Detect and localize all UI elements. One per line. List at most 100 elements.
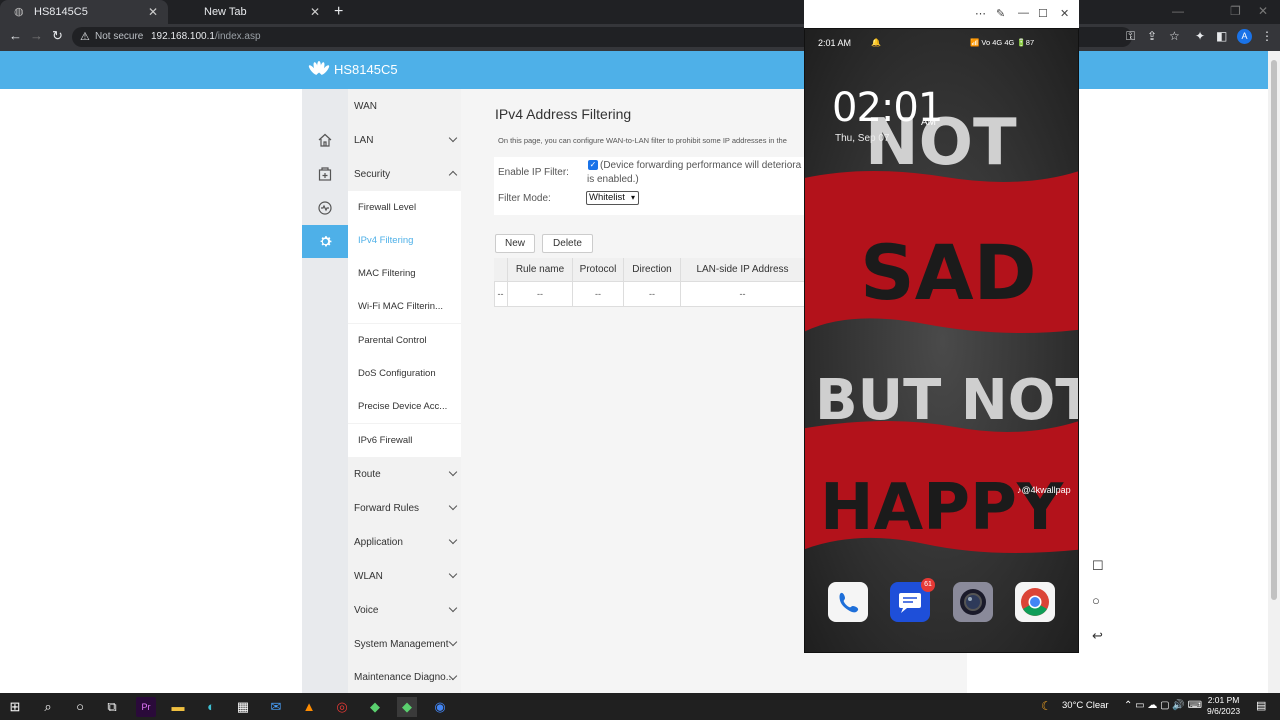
new-button[interactable]: New bbox=[495, 234, 535, 253]
menu-item-application[interactable]: Application bbox=[348, 525, 461, 559]
url-text[interactable]: 192.168.100.1/index.asp bbox=[151, 31, 261, 42]
app-icon[interactable]: ◆ bbox=[397, 697, 417, 717]
app-icon[interactable]: ◎ bbox=[332, 697, 352, 717]
wallpaper-word: HAPPY bbox=[820, 471, 1064, 545]
edge-icon[interactable]: ◐ bbox=[201, 697, 221, 717]
chevron-down-icon bbox=[448, 603, 458, 613]
gear-icon[interactable] bbox=[302, 225, 348, 258]
star-icon[interactable]: ☆ bbox=[1169, 29, 1180, 43]
brand-logo: HS8145C5 bbox=[308, 61, 398, 77]
menu-item-wlan[interactable]: WLAN bbox=[348, 559, 461, 593]
maximize-icon[interactable]: ❐ bbox=[1230, 4, 1241, 18]
reload-icon[interactable]: ↻ bbox=[52, 28, 63, 44]
store-icon[interactable]: ▦ bbox=[233, 697, 253, 717]
mail-icon[interactable]: ✉ bbox=[266, 697, 286, 717]
home-icon[interactable] bbox=[302, 123, 348, 157]
chrome-icon[interactable]: ◉ bbox=[430, 697, 450, 717]
table-cell: -- bbox=[623, 282, 680, 307]
submenu-ipv4-filtering[interactable]: IPv4 Filtering bbox=[348, 224, 461, 257]
share-icon[interactable]: ⇪ bbox=[1147, 29, 1157, 43]
menu-item-security[interactable]: Security bbox=[348, 157, 461, 191]
avatar[interactable]: A bbox=[1237, 29, 1252, 44]
premiere-icon[interactable]: Pr bbox=[136, 697, 156, 717]
weather-text[interactable]: 30°C Clear bbox=[1062, 700, 1109, 711]
back-icon[interactable]: ← bbox=[9, 28, 22, 43]
menu-item-voice[interactable]: Voice bbox=[348, 593, 461, 627]
filter-mode-select[interactable]: Whitelist ▾ bbox=[586, 191, 639, 205]
home-circle-icon[interactable]: ○ bbox=[1092, 593, 1100, 608]
close-icon[interactable]: ✕ bbox=[310, 5, 320, 19]
chevron-down-icon bbox=[448, 133, 458, 143]
close-icon[interactable]: ✕ bbox=[148, 5, 158, 19]
minimize-icon[interactable]: — bbox=[1172, 4, 1184, 18]
phone-app-icon[interactable] bbox=[828, 582, 868, 622]
back-arrow-icon[interactable]: ↩ bbox=[1092, 628, 1103, 644]
table-cell: -- bbox=[680, 282, 804, 307]
submenu-wifi-mac-filtering[interactable]: Wi-Fi MAC Filterin... bbox=[348, 290, 461, 323]
tab-hs8145c5[interactable]: ◍ HS8145C5 ✕ bbox=[0, 0, 168, 24]
submenu-firewall-level[interactable]: Firewall Level bbox=[348, 191, 461, 224]
phone-screen[interactable]: NOT SAD BUT NOT HAPPY 2:01 AM 🔔 📶 Vo 4G … bbox=[804, 28, 1079, 653]
extensions-icon[interactable]: ✦ bbox=[1195, 29, 1205, 43]
enable-note: (Device forwarding performance will dete… bbox=[600, 160, 802, 171]
sidepanel-icon[interactable]: ◧ bbox=[1216, 29, 1227, 43]
file-explorer-icon[interactable]: ▬ bbox=[168, 697, 188, 717]
chevron-down-icon bbox=[448, 467, 458, 477]
menu-item-system-management[interactable]: System Management bbox=[348, 627, 461, 661]
tab-new-tab[interactable]: New Tab ✕ bbox=[170, 0, 330, 24]
menu-item-route[interactable]: Route bbox=[348, 457, 461, 491]
enable-ip-filter-checkbox[interactable]: ✓ bbox=[588, 160, 598, 170]
filter-mode-label: Filter Mode: bbox=[498, 193, 551, 204]
scrollbar-thumb[interactable] bbox=[1271, 60, 1277, 600]
menu-icon[interactable]: ⋮ bbox=[1261, 29, 1273, 43]
status-icon[interactable] bbox=[302, 191, 348, 225]
status-icons: 📶 Vo 4G 4G 🔋87 bbox=[970, 38, 1035, 47]
chevron-down-icon bbox=[448, 501, 458, 511]
submenu-dos-configuration[interactable]: DoS Configuration bbox=[348, 357, 461, 390]
submenu-ipv6-firewall[interactable]: IPv6 Firewall bbox=[348, 424, 461, 457]
vlc-icon[interactable]: ▲ bbox=[299, 697, 319, 717]
app-icon[interactable]: ◆ bbox=[365, 697, 385, 717]
cortana-icon[interactable]: ○ bbox=[70, 697, 90, 717]
submenu-mac-filtering[interactable]: MAC Filtering bbox=[348, 257, 461, 290]
close-window-icon[interactable]: ✕ bbox=[1258, 4, 1268, 18]
advanced-icon[interactable] bbox=[302, 157, 348, 191]
key-icon[interactable]: ⚿ bbox=[1126, 29, 1135, 44]
enable-note-continued: is enabled.) bbox=[587, 174, 639, 185]
select-all-column[interactable] bbox=[494, 258, 507, 282]
submenu-parental-control[interactable]: Parental Control bbox=[348, 324, 461, 357]
search-icon[interactable]: ⌕ bbox=[38, 697, 58, 717]
clock-ampm: AM bbox=[921, 117, 936, 128]
forward-icon[interactable]: → bbox=[30, 28, 43, 43]
close-icon[interactable]: ✕ bbox=[1060, 7, 1069, 20]
notification-icon[interactable]: ▤ bbox=[1256, 699, 1266, 712]
table-cell: -- bbox=[507, 282, 572, 307]
camera-app-icon[interactable] bbox=[953, 582, 993, 622]
system-tray-icons[interactable]: ⌃ ▭ ☁ ▢ 🔊 ⌨ bbox=[1124, 700, 1202, 711]
chrome-app-icon[interactable] bbox=[1015, 582, 1055, 622]
menu-item-forward-rules[interactable]: Forward Rules bbox=[348, 491, 461, 525]
table-cell: -- bbox=[572, 282, 623, 307]
recents-icon[interactable]: ☐ bbox=[1092, 558, 1104, 574]
task-view-icon[interactable]: ⧉ bbox=[102, 697, 122, 717]
security-label[interactable]: Not secure bbox=[95, 31, 143, 42]
pin-icon[interactable]: ✎ bbox=[996, 7, 1005, 20]
delete-button[interactable]: Delete bbox=[542, 234, 593, 253]
wallpaper-word: SAD bbox=[860, 228, 1037, 317]
bell-icon: 🔔 bbox=[871, 38, 881, 47]
menu-item-wan[interactable]: WAN bbox=[348, 89, 461, 123]
minimize-icon[interactable]: — bbox=[1018, 7, 1029, 19]
maximize-icon[interactable]: ☐ bbox=[1038, 7, 1048, 20]
enable-ip-filter-label: Enable IP Filter: bbox=[498, 167, 569, 178]
warning-icon[interactable]: ⚠ bbox=[80, 30, 90, 43]
taskbar-clock[interactable]: 2:01 PM 9/6/2023 bbox=[1207, 695, 1240, 717]
windows-start-icon[interactable]: ⊞ bbox=[5, 697, 25, 717]
huawei-logo-icon bbox=[308, 61, 330, 75]
new-tab-button[interactable]: + bbox=[334, 3, 343, 21]
more-icon[interactable]: ⋯ bbox=[975, 7, 986, 20]
column-lan-ip: LAN-side IP Address bbox=[680, 258, 804, 282]
menu-item-maintenance-diagnosis[interactable]: Maintenance Diagno... bbox=[348, 661, 461, 693]
submenu-precise-device-access[interactable]: Precise Device Acc... bbox=[348, 390, 461, 423]
tab-title: New Tab bbox=[204, 6, 247, 18]
menu-item-lan[interactable]: LAN bbox=[348, 123, 461, 157]
